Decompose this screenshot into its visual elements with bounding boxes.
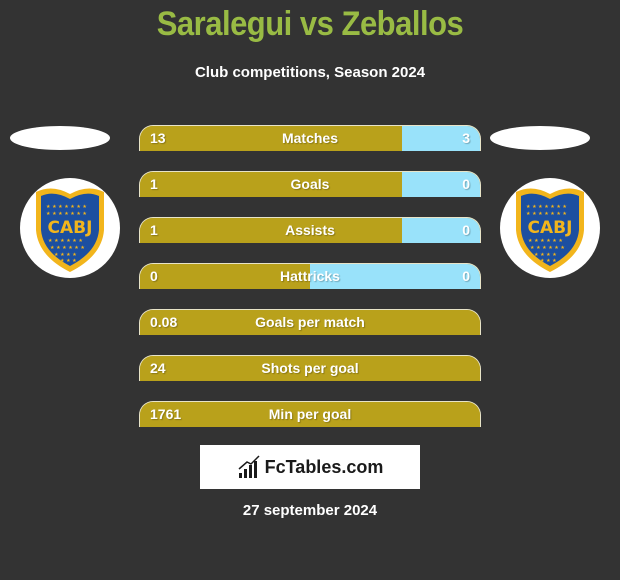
bar-chart-icon (238, 455, 260, 478)
svg-text:★ ★ ★ ★ ★ ★: ★ ★ ★ ★ ★ ★ (48, 238, 83, 244)
right-player-placeholder (490, 126, 590, 150)
competition-subtitle: Club competitions, Season 2024 (194, 64, 426, 81)
stat-row-shots-per-goal: 24 Shots per goal (139, 355, 481, 381)
svg-text:CABJ: CABJ (528, 218, 573, 238)
right-value: 0 (462, 222, 470, 238)
stat-label: Hattricks (280, 268, 340, 284)
stat-label: Goals per match (255, 314, 365, 330)
svg-text:★ ★ ★ ★ ★ ★ ★: ★ ★ ★ ★ ★ ★ ★ (46, 211, 87, 217)
svg-text:★ ★ ★: ★ ★ ★ (540, 258, 557, 264)
right-value: 0 (462, 176, 470, 192)
right-club-badge[interactable]: ★ ★ ★ ★ ★ ★ ★ ★ ★ ★ ★ ★ ★ ★ ★ ★ ★ ★ ★ ★ … (500, 178, 600, 278)
cabj-crest-icon: ★ ★ ★ ★ ★ ★ ★ ★ ★ ★ ★ ★ ★ ★ ★ ★ ★ ★ ★ ★ … (36, 188, 104, 272)
svg-text:★ ★ ★ ★ ★ ★ ★: ★ ★ ★ ★ ★ ★ ★ (526, 211, 567, 217)
stat-label: Goals (290, 176, 330, 192)
brand-name: FcTables.com (264, 456, 384, 477)
page-title: Saralegui vs Zeballos (156, 3, 464, 44)
svg-text:★ ★ ★ ★ ★ ★: ★ ★ ★ ★ ★ ★ (530, 245, 565, 251)
stat-label: Matches (281, 130, 339, 146)
svg-text:CABJ: CABJ (48, 218, 93, 238)
stat-row-hattricks: 0 Hattricks 0 (139, 263, 481, 289)
fctables-logo[interactable]: FcTables.com (200, 445, 420, 489)
stat-row-goals-per-match: 0.08 Goals per match (139, 309, 481, 335)
svg-text:★ ★ ★ ★ ★ ★: ★ ★ ★ ★ ★ ★ (50, 245, 85, 251)
stat-label: Assists (285, 222, 335, 238)
stat-row-matches: 13 Matches 3 (139, 125, 481, 151)
right-value: 3 (462, 130, 470, 146)
svg-text:★ ★ ★ ★ ★ ★ ★: ★ ★ ★ ★ ★ ★ ★ (526, 204, 567, 210)
stat-label: Shots per goal (261, 360, 359, 376)
right-value: 0 (462, 268, 470, 284)
stat-row-assists: 1 Assists 0 (139, 217, 481, 243)
svg-text:★ ★ ★: ★ ★ ★ (60, 258, 77, 264)
stat-label: Min per goal (268, 406, 352, 422)
left-club-badge[interactable]: ★ ★ ★ ★ ★ ★ ★ ★ ★ ★ ★ ★ ★ ★ ★ ★ ★ ★ ★ ★ … (20, 178, 120, 278)
svg-text:★ ★ ★ ★ ★ ★: ★ ★ ★ ★ ★ ★ (528, 238, 563, 244)
svg-text:★ ★ ★ ★ ★ ★ ★: ★ ★ ★ ★ ★ ★ ★ (46, 204, 87, 210)
stat-row-goals: 1 Goals 0 (139, 171, 481, 197)
cabj-crest-icon: ★ ★ ★ ★ ★ ★ ★ ★ ★ ★ ★ ★ ★ ★ ★ ★ ★ ★ ★ ★ … (516, 188, 584, 272)
stat-row-min-per-goal: 1761 Min per goal (139, 401, 481, 427)
date-label: 27 september 2024 (242, 502, 378, 519)
left-player-placeholder (10, 126, 110, 150)
